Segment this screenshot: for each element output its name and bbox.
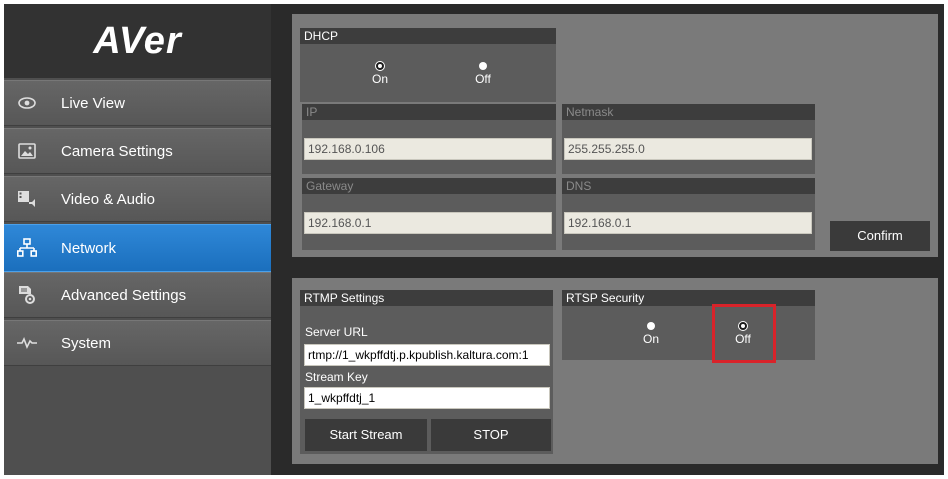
- rtsp-on-radio[interactable]: On: [628, 322, 674, 346]
- gateway-field[interactable]: 192.168.0.1: [304, 212, 552, 234]
- sidebar-item-label: System: [61, 334, 112, 352]
- radio-unselected-icon: [647, 322, 655, 330]
- gateway-header: Gateway: [302, 178, 556, 194]
- network-icon: [17, 238, 37, 258]
- image-icon: [17, 141, 37, 161]
- server-url-field[interactable]: rtmp://1_wkpffdtj.p.kpublish.kaltura.com…: [304, 344, 550, 366]
- radio-label: On: [371, 72, 388, 86]
- aver-logo: AVer: [4, 4, 271, 78]
- stream-key-label: Stream Key: [305, 370, 368, 384]
- sidebar-item-live-view[interactable]: Live View: [4, 80, 271, 126]
- highlight-box: [712, 304, 776, 363]
- stop-button[interactable]: STOP: [431, 419, 551, 451]
- eye-icon: [17, 93, 37, 113]
- network-panel: DHCP On Off IP 192.168.0.106 Netmask 255…: [292, 14, 938, 257]
- stream-key-field[interactable]: 1_wkpffdtj_1: [304, 387, 550, 409]
- sidebar-item-system[interactable]: System: [4, 320, 271, 366]
- sidebar-item-camera-settings[interactable]: Camera Settings: [4, 128, 271, 174]
- confirm-button[interactable]: Confirm: [830, 221, 930, 251]
- dhcp-body: [300, 44, 556, 102]
- dns-header: DNS: [562, 178, 815, 194]
- sidebar-item-label: Network: [61, 239, 117, 257]
- rtsp-header: RTSP Security: [562, 290, 815, 306]
- start-stream-button[interactable]: Start Stream: [305, 419, 427, 451]
- advanced-settings-icon: [17, 285, 37, 305]
- sidebar: AVer Live View Camera Settings Video & A…: [4, 4, 271, 475]
- dns-field[interactable]: 192.168.0.1: [564, 212, 812, 234]
- dhcp-header: DHCP: [300, 28, 556, 44]
- pulse-icon: [17, 333, 37, 353]
- sidebar-item-label: Camera Settings: [61, 142, 173, 160]
- dhcp-on-radio[interactable]: On: [357, 62, 403, 86]
- radio-selected-icon: [376, 62, 384, 70]
- sidebar-item-network[interactable]: Network: [4, 224, 271, 272]
- radio-label: On: [642, 332, 659, 346]
- ip-header: IP: [302, 104, 556, 120]
- sidebar-item-label: Live View: [61, 94, 125, 112]
- sidebar-item-label: Video & Audio: [61, 190, 155, 208]
- server-url-label: Server URL: [305, 325, 368, 339]
- radio-unselected-icon: [479, 62, 487, 70]
- sidebar-item-label: Advanced Settings: [61, 286, 187, 304]
- dhcp-off-radio[interactable]: Off: [460, 62, 506, 86]
- radio-label: Off: [475, 72, 491, 86]
- sidebar-item-advanced-settings[interactable]: Advanced Settings: [4, 272, 271, 318]
- video-audio-icon: [17, 189, 37, 209]
- rtmp-header: RTMP Settings: [300, 290, 553, 306]
- netmask-header: Netmask: [562, 104, 815, 120]
- streaming-panel: RTMP Settings Server URL rtmp://1_wkpffd…: [292, 278, 938, 464]
- rtsp-body: [562, 306, 815, 360]
- sidebar-item-video-audio[interactable]: Video & Audio: [4, 176, 271, 222]
- netmask-field[interactable]: 255.255.255.0: [564, 138, 812, 160]
- ip-field[interactable]: 192.168.0.106: [304, 138, 552, 160]
